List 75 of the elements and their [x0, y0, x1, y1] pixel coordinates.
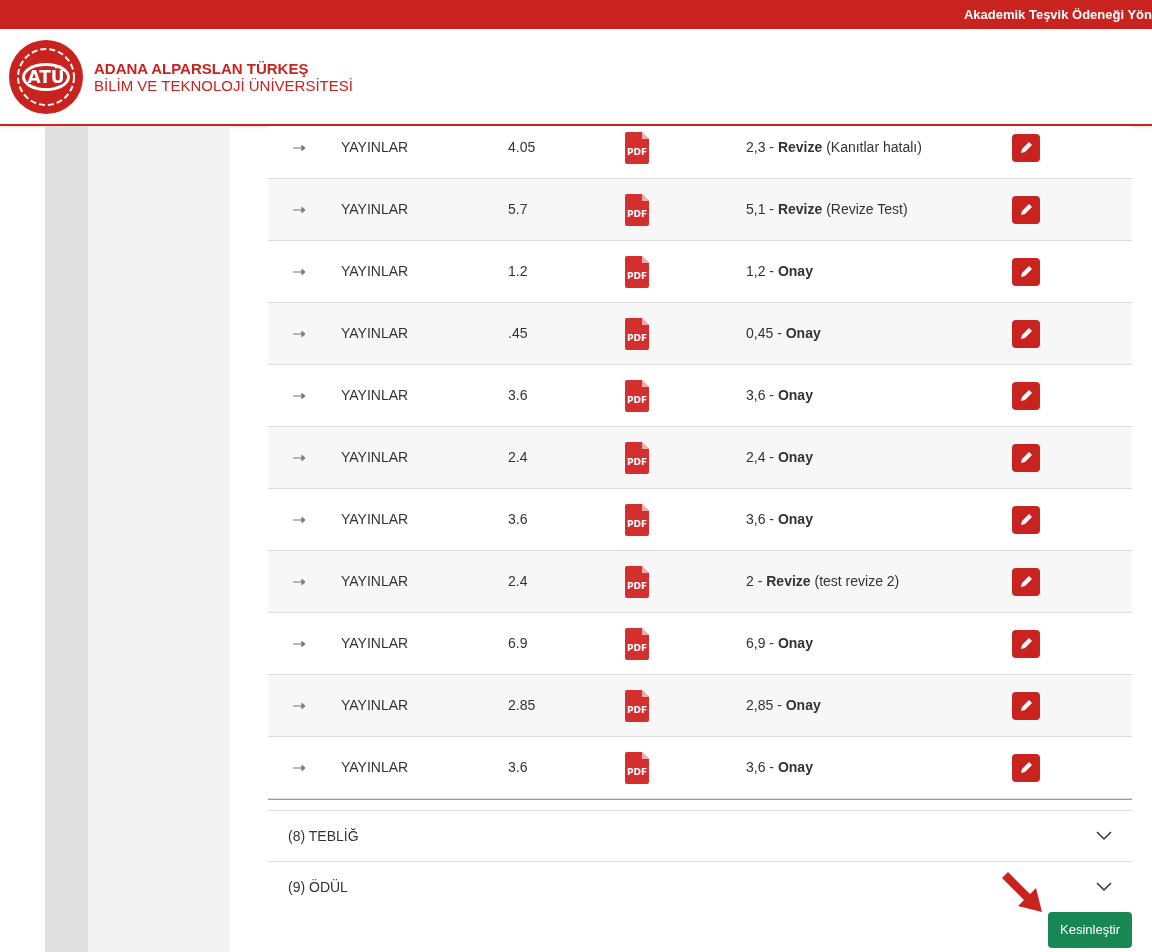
edit-button[interactable]	[1012, 257, 1040, 286]
pdf-icon[interactable]: PDF	[625, 379, 649, 412]
pencil-icon	[1019, 760, 1033, 775]
category-cell-text: YAYINLAR	[341, 448, 410, 467]
pdf-icon[interactable]: PDF	[625, 317, 649, 350]
university-name: ADANA ALPARSLAN TÜRKEŞ	[94, 59, 309, 77]
category-cell-text: YAYINLAR	[341, 510, 410, 529]
status-cell-text: 2,3 - Revize (Kanıtlar hatalı)	[746, 138, 923, 157]
score-cell-text: 4.05	[508, 138, 537, 157]
category-cell-text: YAYINLAR	[341, 200, 410, 219]
category-cell-text: YAYINLAR	[341, 386, 410, 405]
pdf-icon[interactable]: PDF	[625, 689, 649, 722]
pdf-icon[interactable]: PDF	[625, 193, 649, 226]
score-cell-text: .45	[508, 324, 529, 343]
status-cell-text: 2,4 - Onay	[746, 448, 814, 467]
status-cell-text: 6,9 - Onay	[746, 634, 814, 653]
score-cell-text: 3.6	[508, 758, 529, 777]
pencil-icon	[1019, 636, 1033, 651]
category-cell-text: YAYINLAR	[341, 634, 410, 653]
score-cell-text: 1.2	[508, 262, 529, 281]
pencil-icon	[1019, 202, 1033, 217]
pdf-icon[interactable]: PDF	[625, 441, 649, 474]
university-subtitle: BİLİM VE TEKNOLOJİ ÜNİVERSİTESİ	[94, 76, 353, 94]
category-cell-text: YAYINLAR	[341, 758, 410, 777]
logo-icon: ATÜ	[8, 38, 84, 115]
edit-button[interactable]	[1012, 691, 1040, 720]
edit-button[interactable]	[1012, 195, 1040, 224]
score-cell-text: 2.4	[508, 448, 529, 467]
chevron-icon	[1096, 831, 1112, 841]
pencil-icon	[1019, 450, 1033, 465]
score-cell-text: 6.9	[508, 634, 529, 653]
status-cell-text: 3,6 - Onay	[746, 510, 814, 529]
pencil-icon	[1019, 388, 1033, 403]
status-cell-text: 0,45 - Onay	[746, 324, 822, 343]
score-cell-text: 5.7	[508, 200, 529, 219]
pdf-icon[interactable]: PDF	[625, 565, 649, 598]
category-cell-text: YAYINLAR	[341, 262, 410, 281]
pencil-icon	[1019, 698, 1033, 713]
category-cell-text: YAYINLAR	[341, 138, 410, 157]
edit-button[interactable]	[1012, 629, 1040, 658]
category-cell-text: YAYINLAR	[341, 572, 410, 591]
accordion-header[interactable]: (8) TEBLİĞ	[268, 810, 1132, 861]
pdf-icon[interactable]: PDF	[625, 751, 649, 784]
edit-button[interactable]	[1012, 319, 1040, 348]
score-cell-text: 3.6	[508, 386, 529, 405]
pdf-icon[interactable]: PDF	[625, 255, 649, 288]
pencil-icon	[1019, 264, 1033, 279]
pencil-icon	[1019, 574, 1033, 589]
edit-button[interactable]	[1012, 505, 1040, 534]
top-bar-title: Akademik Teşvik Ödeneği Yön	[963, 5, 1152, 24]
pencil-icon	[1019, 140, 1033, 155]
category-cell-text: YAYINLAR	[341, 696, 410, 715]
status-cell-text: 1,2 - Onay	[746, 262, 814, 281]
pdf-icon[interactable]: PDF	[625, 503, 649, 536]
status-cell-text: 2,85 - Onay	[746, 696, 822, 715]
score-cell-text: 2.85	[508, 696, 537, 715]
chevron-icon	[1096, 882, 1112, 892]
edit-button[interactable]	[1012, 567, 1040, 596]
pencil-icon	[1019, 512, 1033, 527]
status-cell-text: 3,6 - Onay	[746, 386, 814, 405]
category-cell-text: YAYINLAR	[341, 324, 410, 343]
edit-button[interactable]	[1012, 443, 1040, 472]
edit-button[interactable]	[1012, 753, 1040, 782]
score-cell-text: 3.6	[508, 510, 529, 529]
status-cell-text: 2 - Revize (test revize 2)	[746, 572, 901, 591]
edit-button[interactable]	[1012, 133, 1040, 162]
pencil-icon	[1019, 326, 1033, 341]
status-cell-text: 5,1 - Revize (Revize Test)	[746, 200, 909, 219]
pdf-icon[interactable]: PDF	[625, 131, 649, 164]
pdf-icon[interactable]: PDF	[625, 627, 649, 660]
score-cell-text: 2.4	[508, 572, 529, 591]
status-cell-text: 3,6 - Onay	[746, 758, 814, 777]
edit-button[interactable]	[1012, 381, 1040, 410]
arrow-icon	[1000, 870, 1044, 914]
finalize-button[interactable]: Kesinleştir	[1048, 912, 1132, 948]
